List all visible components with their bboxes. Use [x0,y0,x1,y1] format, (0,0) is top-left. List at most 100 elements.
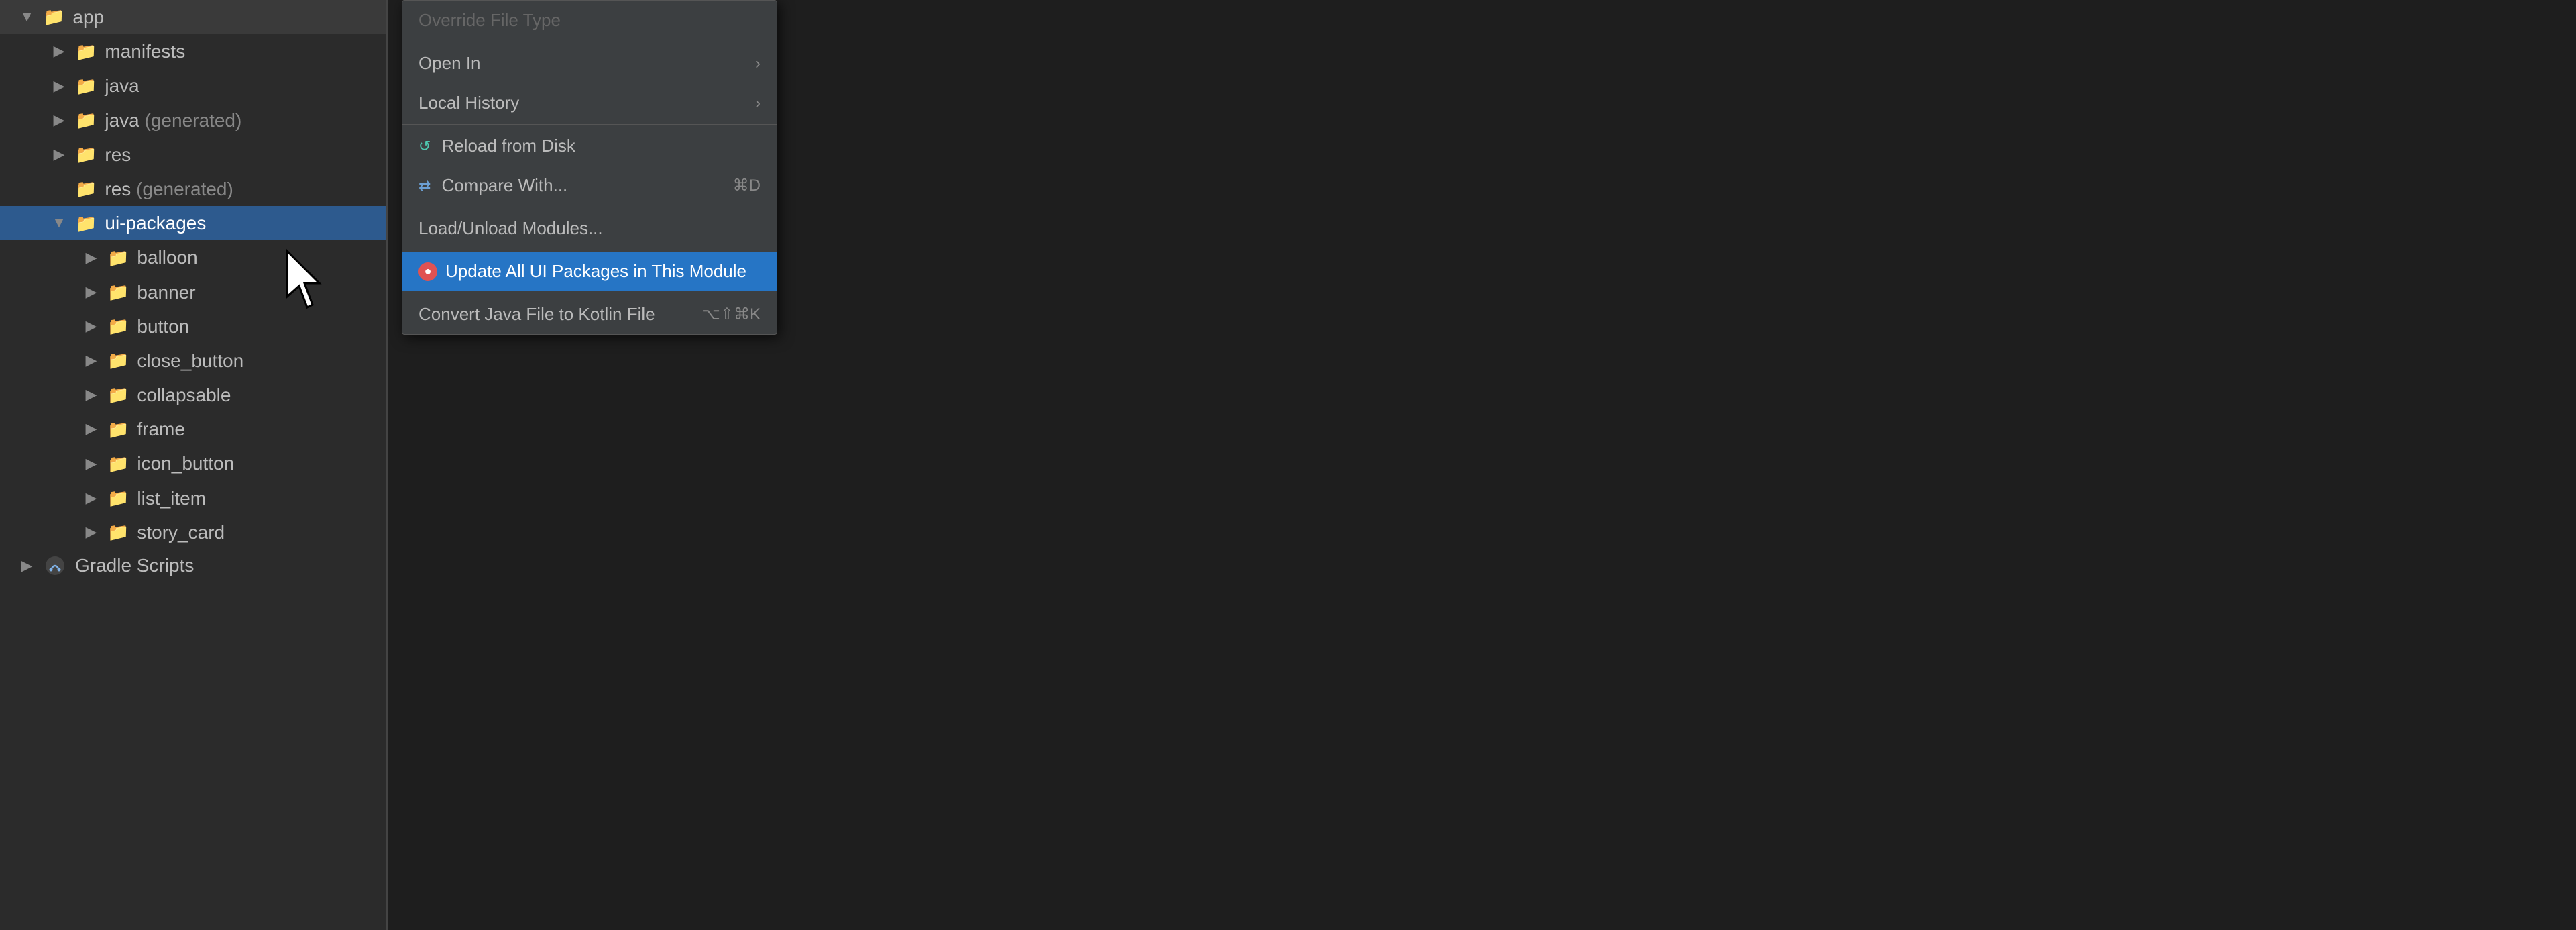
chevron-button: ▶ [75,316,107,337]
folder-icon-banner: 📁 [107,280,129,304]
tree-item-collapsable[interactable]: ▶ 📁 collapsable [0,378,386,412]
label-list-item: list_item [137,485,206,511]
label-res: res [105,142,131,168]
menu-item-convert-java-kotlin[interactable]: Convert Java File to Kotlin File ⌥⇧⌘K [402,295,777,334]
menu-label-compare-with: Compare With... [441,175,567,196]
folder-icon-ui-packages: 📁 [75,211,97,236]
tree-item-close-button[interactable]: ▶ 📁 close_button [0,344,386,378]
arrow-open-in-icon: › [755,54,761,73]
tree-item-frame[interactable]: ▶ 📁 frame [0,412,386,446]
menu-item-override-file-type-left: Override File Type [418,10,561,31]
folder-icon-story-card: 📁 [107,520,129,544]
tree-item-ui-packages[interactable]: ▼ 📁 ui-packages [0,206,386,240]
chevron-java: ▶ [43,76,75,97]
tree-item-list-item[interactable]: ▶ 📁 list_item [0,481,386,515]
menu-item-open-in-left: Open In [418,53,481,74]
chevron-frame: ▶ [75,419,107,440]
label-app: app [72,4,104,30]
folder-icon-java: 📁 [75,74,97,98]
menu-label-open-in: Open In [418,53,481,74]
menu-item-local-history[interactable]: Local History › [402,83,777,123]
menu-item-update-all-ui-left: ● Update All UI Packages in This Module [418,261,746,282]
chevron-app: ▼ [11,7,43,28]
folder-icon-java-generated: 📁 [75,108,97,132]
tree-item-res-generated[interactable]: ▶ 📁 res (generated) [0,172,386,206]
plugin-icon: ● [418,262,437,281]
menu-item-compare-left: ⇄ Compare With... [418,175,567,196]
main-content-area: Override File Type Open In › Local Histo… [388,0,2576,930]
file-tree-sidebar: ▼ 📁 app ▶ 📁 manifests ▶ 📁 java ▶ 📁 java … [0,0,386,930]
menu-label-convert-java-kotlin: Convert Java File to Kotlin File [418,304,655,325]
folder-icon-icon-button: 📁 [107,452,129,476]
chevron-manifests: ▶ [43,41,75,62]
label-gradle-scripts: Gradle Scripts [75,555,194,576]
gradle-icon [43,554,67,578]
menu-item-compare-with[interactable]: ⇄ Compare With... ⌘D [402,166,777,205]
folder-icon-balloon: 📁 [107,246,129,270]
tree-item-app[interactable]: ▼ 📁 app [0,0,386,34]
context-menu: Override File Type Open In › Local Histo… [402,0,777,335]
folder-icon-list-item: 📁 [107,486,129,510]
label-manifests: manifests [105,38,185,64]
chevron-close-button: ▶ [75,350,107,371]
folder-icon-close-button: 📁 [107,348,129,372]
menu-item-load-unload-left: Load/Unload Modules... [418,218,603,239]
folder-icon-manifests: 📁 [75,40,97,64]
folder-icon-app: 📁 [43,5,64,29]
shortcut-convert-java-kotlin: ⌥⇧⌘K [702,305,761,324]
label-banner: banner [137,279,195,305]
label-java: java [105,72,139,99]
folder-icon-collapsable: 📁 [107,382,129,407]
tree-item-icon-button[interactable]: ▶ 📁 icon_button [0,446,386,480]
menu-item-load-unload-modules[interactable]: Load/Unload Modules... [402,209,777,248]
label-icon-button: icon_button [137,450,234,476]
chevron-gradle: ▶ [11,557,43,574]
label-res-generated: res (generated) [105,176,233,202]
folder-icon-res-generated: 📁 [75,176,97,201]
chevron-balloon: ▶ [75,248,107,268]
menu-label-local-history: Local History [418,93,519,113]
folder-icon-frame: 📁 [107,417,129,442]
tree-item-manifests[interactable]: ▶ 📁 manifests [0,34,386,68]
shortcut-compare-with: ⌘D [733,176,761,195]
chevron-icon-button: ▶ [75,454,107,474]
arrow-local-history-icon: › [755,94,761,113]
menu-label-reload-from-disk: Reload from Disk [441,136,575,156]
tree-item-java[interactable]: ▶ 📁 java [0,68,386,103]
menu-item-convert-left: Convert Java File to Kotlin File [418,304,655,325]
compare-icon: ⇄ [418,177,431,195]
menu-label-override-file-type: Override File Type [418,10,561,31]
tree-item-java-generated[interactable]: ▶ 📁 java (generated) [0,103,386,138]
label-collapsable: collapsable [137,382,231,408]
chevron-list-item: ▶ [75,488,107,509]
tree-item-res[interactable]: ▶ 📁 res [0,138,386,172]
label-java-generated: java (generated) [105,107,241,134]
folder-icon-res: 📁 [75,142,97,166]
folder-icon-button: 📁 [107,314,129,338]
tree-item-gradle-scripts[interactable]: ▶ Gradle Scripts [0,550,386,582]
chevron-story-card: ▶ [75,522,107,543]
tree-item-story-card[interactable]: ▶ 📁 story_card [0,515,386,550]
menu-label-load-unload-modules: Load/Unload Modules... [418,218,603,239]
separator-2 [402,124,777,125]
chevron-collapsable: ▶ [75,384,107,405]
menu-item-local-history-left: Local History [418,93,519,113]
label-frame: frame [137,416,185,442]
reload-icon: ↺ [418,138,431,155]
label-balloon: balloon [137,244,197,270]
chevron-banner: ▶ [75,282,107,303]
menu-item-override-file-type[interactable]: Override File Type [402,1,777,40]
menu-label-update-all-ui: Update All UI Packages in This Module [445,261,746,282]
label-story-card: story_card [137,519,225,546]
menu-item-reload-from-disk[interactable]: ↺ Reload from Disk [402,126,777,166]
chevron-java-generated: ▶ [43,110,75,131]
label-ui-packages: ui-packages [105,210,206,236]
menu-item-reload-left: ↺ Reload from Disk [418,136,575,156]
menu-item-open-in[interactable]: Open In › [402,44,777,83]
cursor-indicator [282,248,335,315]
label-close-button: close_button [137,348,243,374]
label-button: button [137,313,189,340]
chevron-ui-packages: ▼ [43,213,75,234]
menu-item-update-all-ui[interactable]: ● Update All UI Packages in This Module [402,252,777,291]
chevron-res: ▶ [43,144,75,165]
